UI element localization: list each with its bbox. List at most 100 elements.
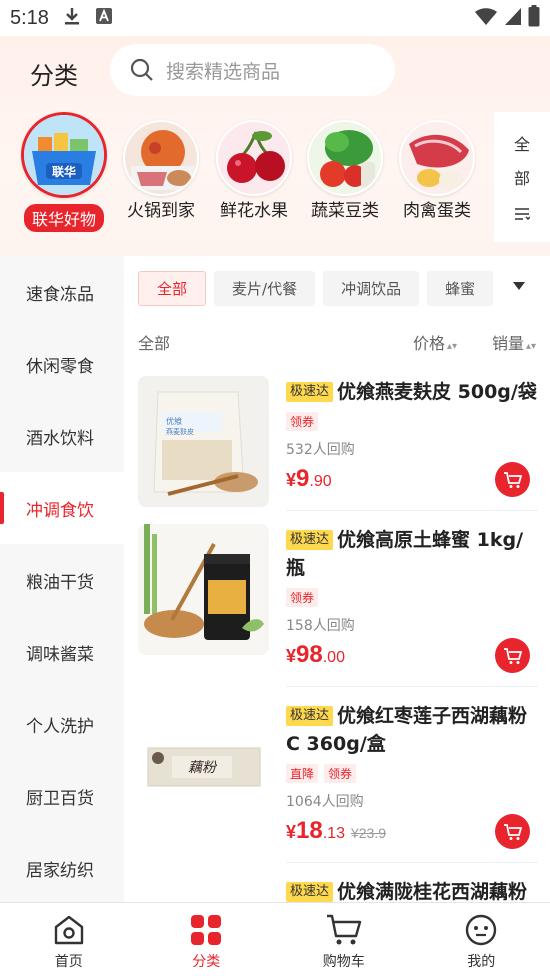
nav-category[interactable]: 分类 (138, 903, 276, 979)
sidebar-item-drinks[interactable]: 酒水饮料 (0, 400, 124, 472)
category-sidebar: 速食冻品 休闲零食 酒水饮料 冲调食饮 粮油干货 调味酱菜 个人洗护 厨卫百货 … (0, 256, 124, 902)
bottom-nav: 首页 分类 购物车 我的 (0, 902, 550, 979)
product-image[interactable]: 优飨 燕麦麸皮 (138, 376, 269, 507)
sidebar-item-kitchen-bath[interactable]: 厨卫百货 (0, 760, 124, 832)
price-integer: 98 (296, 641, 323, 668)
add-to-cart-button[interactable] (495, 462, 530, 497)
cart-icon (503, 471, 522, 488)
nav-label: 我的 (467, 954, 496, 970)
product-image[interactable]: 藕粉 (138, 700, 269, 831)
meat-egg-image (399, 120, 475, 196)
express-badge: 极速达 (286, 382, 334, 402)
repurchase-count: 532人回购 (286, 442, 355, 458)
category-grid-icon (191, 915, 222, 945)
sidebar-item-home-textile[interactable]: 居家纺织 (0, 832, 124, 904)
all-categories-toggle[interactable]: 全 部 (494, 112, 550, 242)
nav-home[interactable]: 首页 (0, 903, 138, 979)
express-badge: 极速达 (286, 706, 334, 726)
signal-icon (504, 6, 522, 31)
wifi-icon (474, 6, 498, 31)
vegetables-image (307, 120, 383, 196)
product-title[interactable]: 极速达 优飨红枣莲子西湖藕粉C 360g/盒 (286, 702, 538, 758)
product-title-text: 优飨燕麦麸皮 500g/袋 (337, 381, 537, 403)
product-card[interactable]: 极速达 优飨满陇桂花西湖藕粉 (138, 876, 538, 902)
sidebar-item-snacks[interactable]: 休闲零食 (0, 328, 124, 400)
product-tags: 直降 领券 (286, 764, 538, 783)
page-title: 分类 (30, 62, 78, 90)
cart-icon (503, 823, 522, 840)
category-label: 肉禽蛋类 (403, 201, 471, 221)
product-title[interactable]: 极速达 优飨高原土蜂蜜 1kg/瓶 (286, 526, 538, 582)
sidebar-item-personal-care[interactable]: 个人洗护 (0, 688, 124, 760)
cart-icon (503, 647, 522, 664)
download-icon (63, 6, 81, 31)
category-flowers-fruit[interactable]: 鲜花水果 (208, 112, 300, 221)
sidebar-item-frozen[interactable]: 速食冻品 (0, 256, 124, 328)
product-title[interactable]: 极速达 优飨满陇桂花西湖藕粉 (286, 878, 538, 902)
coupon-tag[interactable]: 领券 (286, 412, 319, 431)
price-symbol: ¥ (286, 646, 297, 666)
price-drop-tag[interactable]: 直降 (286, 764, 319, 783)
sidebar-item-condiments[interactable]: 调味酱菜 (0, 616, 124, 688)
nav-cart[interactable]: 购物车 (275, 903, 413, 979)
product-title[interactable]: 极速达 优飨燕麦麸皮 500g/袋 (286, 378, 538, 406)
svg-text:藕粉: 藕粉 (188, 760, 218, 776)
list-divider (286, 862, 538, 863)
cherries-image (216, 120, 292, 196)
home-icon (54, 915, 83, 945)
list-divider (286, 686, 538, 687)
cart-icon (326, 914, 361, 945)
category-hotpot[interactable]: 火锅到家 (115, 112, 207, 221)
subcategory-chips: 全部 麦片/代餐 冲调饮品 蜂蜜 (138, 271, 494, 306)
triangle-down-icon[interactable] (512, 279, 526, 295)
price-decimal: .00 (322, 649, 345, 666)
category-vegetables[interactable]: 蔬菜豆类 (299, 112, 391, 221)
lianhua-basket-image: 联华 (21, 112, 107, 198)
svg-text:燕麦麸皮: 燕麦麸皮 (166, 427, 194, 436)
category-label: 联华好物 (23, 204, 104, 232)
category-strip: 联华 联华好物 火锅到家 鲜花水果 蔬菜豆类 肉禽蛋类 (0, 112, 490, 242)
coupon-tag[interactable]: 领券 (286, 588, 319, 607)
product-image[interactable] (138, 524, 269, 655)
search-input[interactable]: 搜索精选商品 (110, 44, 395, 96)
battery-icon (528, 4, 540, 32)
svg-text:联华: 联华 (52, 164, 76, 179)
sort-price[interactable]: 价格 ▴▾ (413, 330, 457, 354)
express-badge: 极速达 (286, 530, 334, 550)
nav-label: 购物车 (322, 954, 365, 970)
nav-profile[interactable]: 我的 (413, 903, 550, 979)
price-integer: 9 (296, 465, 310, 492)
sidebar-item-grain-oil[interactable]: 粮油干货 (0, 544, 124, 616)
status-bar: 5:18 (0, 0, 550, 36)
add-to-cart-button[interactable] (495, 814, 530, 849)
product-tags: 领券 (286, 588, 538, 607)
product-tags: 领券 (286, 412, 538, 431)
sort-all[interactable]: 全部 (138, 330, 170, 354)
sort-arrows-icon: ▴▾ (526, 341, 537, 352)
list-divider (286, 510, 538, 511)
add-to-cart-button[interactable] (495, 638, 530, 673)
font-app-icon (95, 7, 113, 30)
category-lianhua[interactable]: 联华 联华好物 (18, 112, 110, 232)
hotpot-image (123, 120, 199, 196)
price-symbol: ¥ (286, 470, 297, 490)
chip-all[interactable]: 全部 (138, 271, 207, 306)
price-symbol: ¥ (286, 822, 297, 842)
category-label: 蔬菜豆类 (311, 201, 379, 221)
chip-oats[interactable]: 麦片/代餐 (214, 271, 316, 306)
chip-honey[interactable]: 蜂蜜 (427, 271, 494, 306)
express-badge: 极速达 (286, 882, 334, 902)
search-icon (130, 58, 153, 81)
all-toggle-char: 部 (513, 169, 530, 188)
nav-label: 首页 (54, 954, 83, 970)
category-meat-eggs[interactable]: 肉禽蛋类 (391, 112, 483, 221)
all-toggle-char: 全 (513, 135, 530, 154)
coupon-tag[interactable]: 领券 (324, 764, 357, 783)
sort-sales[interactable]: 销量 ▴▾ (492, 330, 536, 354)
price-decimal: .13 (322, 825, 345, 842)
chip-brewed-drinks[interactable]: 冲调饮品 (323, 271, 420, 306)
category-label: 火锅到家 (127, 201, 195, 221)
sort-bar: 全部 价格 ▴▾ 销量 ▴▾ (138, 326, 538, 354)
sidebar-item-brewed[interactable]: 冲调食饮 (0, 472, 124, 544)
status-time: 5:18 (10, 6, 49, 29)
